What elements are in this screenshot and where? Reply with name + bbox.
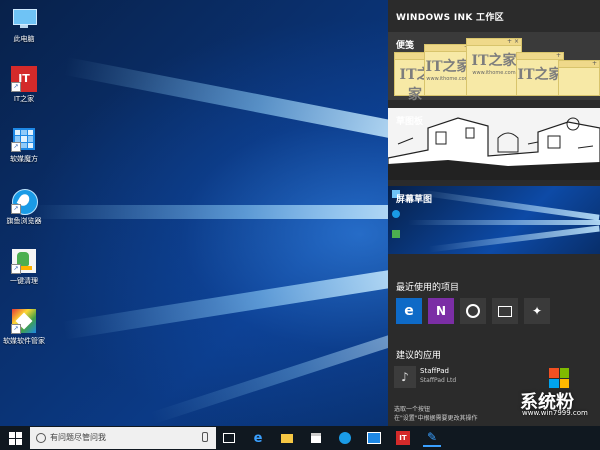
recent-item-webcam[interactable] bbox=[460, 298, 486, 324]
note-site: www.ithome.com bbox=[472, 70, 516, 76]
wallpaper-light-beam bbox=[62, 270, 392, 340]
note-logo: IT之家 bbox=[425, 59, 471, 75]
software-manager-icon: ↗ bbox=[11, 308, 37, 334]
section-label-recent: 最近使用的项目 bbox=[396, 283, 460, 293]
recent-item-edge[interactable]: e bbox=[396, 298, 422, 324]
desktop-icon-label: 旗鱼浏览器 bbox=[6, 217, 42, 225]
recent-item-onenote[interactable]: N bbox=[428, 298, 454, 324]
wallpaper-light-beam bbox=[150, 335, 392, 424]
edge-icon: e bbox=[404, 303, 414, 319]
ithome-icon[interactable]: IT bbox=[394, 429, 412, 447]
onenote-icon: N bbox=[435, 304, 447, 318]
recent-item-photo[interactable] bbox=[492, 298, 518, 324]
file-explorer-icon[interactable] bbox=[278, 429, 296, 447]
wallpaper-light-beam bbox=[64, 57, 392, 138]
footer-hint-line1: 选取一个按钮 bbox=[394, 406, 431, 413]
section-label-suggested: 建议的应用 bbox=[396, 351, 442, 361]
windows-logo-icon bbox=[8, 431, 22, 445]
staffpad-icon: ♪ bbox=[394, 366, 416, 388]
ithome-icon: IT ↗ bbox=[11, 66, 37, 92]
sticky-notes-card[interactable]: + IT之家 + IT之家 www.ithome.com + × IT之家 ww… bbox=[388, 32, 600, 103]
recent-item-tips[interactable]: ✦ bbox=[524, 298, 550, 324]
watermark-site: www.win7999.com bbox=[522, 409, 588, 417]
taskbar: 有问题尽管问我 e IT ✎ bbox=[0, 426, 600, 450]
edge-icon[interactable]: e bbox=[249, 429, 267, 447]
section-label-screen-sketch: 屏幕草图 bbox=[396, 195, 433, 205]
desktop-icon-label: 一键清理 bbox=[10, 277, 38, 285]
task-view-icon[interactable] bbox=[220, 429, 238, 447]
microsoft-logo-icon bbox=[549, 368, 569, 388]
desktop-icon-label: 软媒魔方 bbox=[10, 155, 38, 163]
mofang-icon: ↗ bbox=[11, 126, 37, 152]
desktop-icon-ithome[interactable]: IT ↗ IT之家 bbox=[2, 66, 46, 104]
cortana-icon bbox=[36, 433, 46, 443]
desktop-icon-label: 此电脑 bbox=[13, 35, 35, 43]
wallpaper-light-beam bbox=[30, 205, 390, 219]
store-icon[interactable] bbox=[307, 429, 325, 447]
tips-icon: ✦ bbox=[531, 304, 543, 318]
mail-icon[interactable] bbox=[365, 429, 383, 447]
sticky-note: + × IT之家 www.ithome.com bbox=[466, 38, 522, 96]
windows-ink-icon[interactable]: ✎ bbox=[423, 429, 441, 447]
webcam-icon bbox=[466, 304, 480, 318]
sticky-note: + bbox=[558, 60, 600, 96]
search-placeholder: 有问题尽管问我 bbox=[50, 433, 106, 442]
suggested-app-staffpad[interactable]: ♪ StaffPad StaffPad Ltd bbox=[394, 366, 594, 388]
desktop-icon-qiyu-browser[interactable]: ↗ 旗鱼浏览器 bbox=[2, 188, 46, 226]
cortana-search-box[interactable]: 有问题尽管问我 bbox=[30, 427, 216, 449]
note-logo: IT之家 bbox=[471, 53, 517, 69]
ink-workspace-title: WINDOWS INK 工作区 bbox=[396, 13, 504, 23]
sticky-note: + IT之家 bbox=[516, 52, 564, 96]
app-name: StaffPad bbox=[420, 367, 449, 375]
note-logo: IT之家 bbox=[517, 67, 563, 83]
desktop-icon-software-manager[interactable]: ↗ 软媒软件管家 bbox=[2, 308, 46, 346]
section-label-sketchpad: 草图板 bbox=[396, 117, 424, 127]
desktop-icon-label: IT之家 bbox=[13, 95, 35, 103]
qiyu-browser-icon: ↗ bbox=[11, 188, 38, 215]
windows-ink-workspace-panel: WINDOWS INK 工作区 + IT之家 + IT之家 www.ithome… bbox=[388, 0, 600, 426]
app-publisher: StaffPad Ltd bbox=[420, 377, 457, 384]
microphone-icon[interactable] bbox=[202, 432, 208, 442]
desktop-icon-label: 软媒软件管家 bbox=[3, 337, 45, 345]
cleanup-icon: ↗ bbox=[11, 248, 37, 274]
qiyu-browser-icon[interactable] bbox=[336, 429, 354, 447]
section-label-sticky-notes: 便笺 bbox=[396, 41, 415, 51]
note-site: www.ithome.com bbox=[426, 76, 470, 82]
desktop-icon-mofang[interactable]: ↗ 软媒魔方 bbox=[2, 126, 46, 164]
computer-icon bbox=[11, 6, 37, 32]
footer-hint-line2: 在"设置"中根据需要更改其操作 bbox=[394, 415, 478, 422]
desktop-icon-cleanup[interactable]: ↗ 一键清理 bbox=[2, 248, 46, 286]
start-button[interactable] bbox=[0, 426, 30, 450]
sticky-note: + IT之家 www.ithome.com bbox=[424, 44, 472, 96]
recent-items-row: e N ✦ bbox=[396, 298, 550, 324]
photo-icon bbox=[498, 305, 512, 317]
desktop-icon-this-pc[interactable]: 此电脑 bbox=[2, 6, 46, 44]
